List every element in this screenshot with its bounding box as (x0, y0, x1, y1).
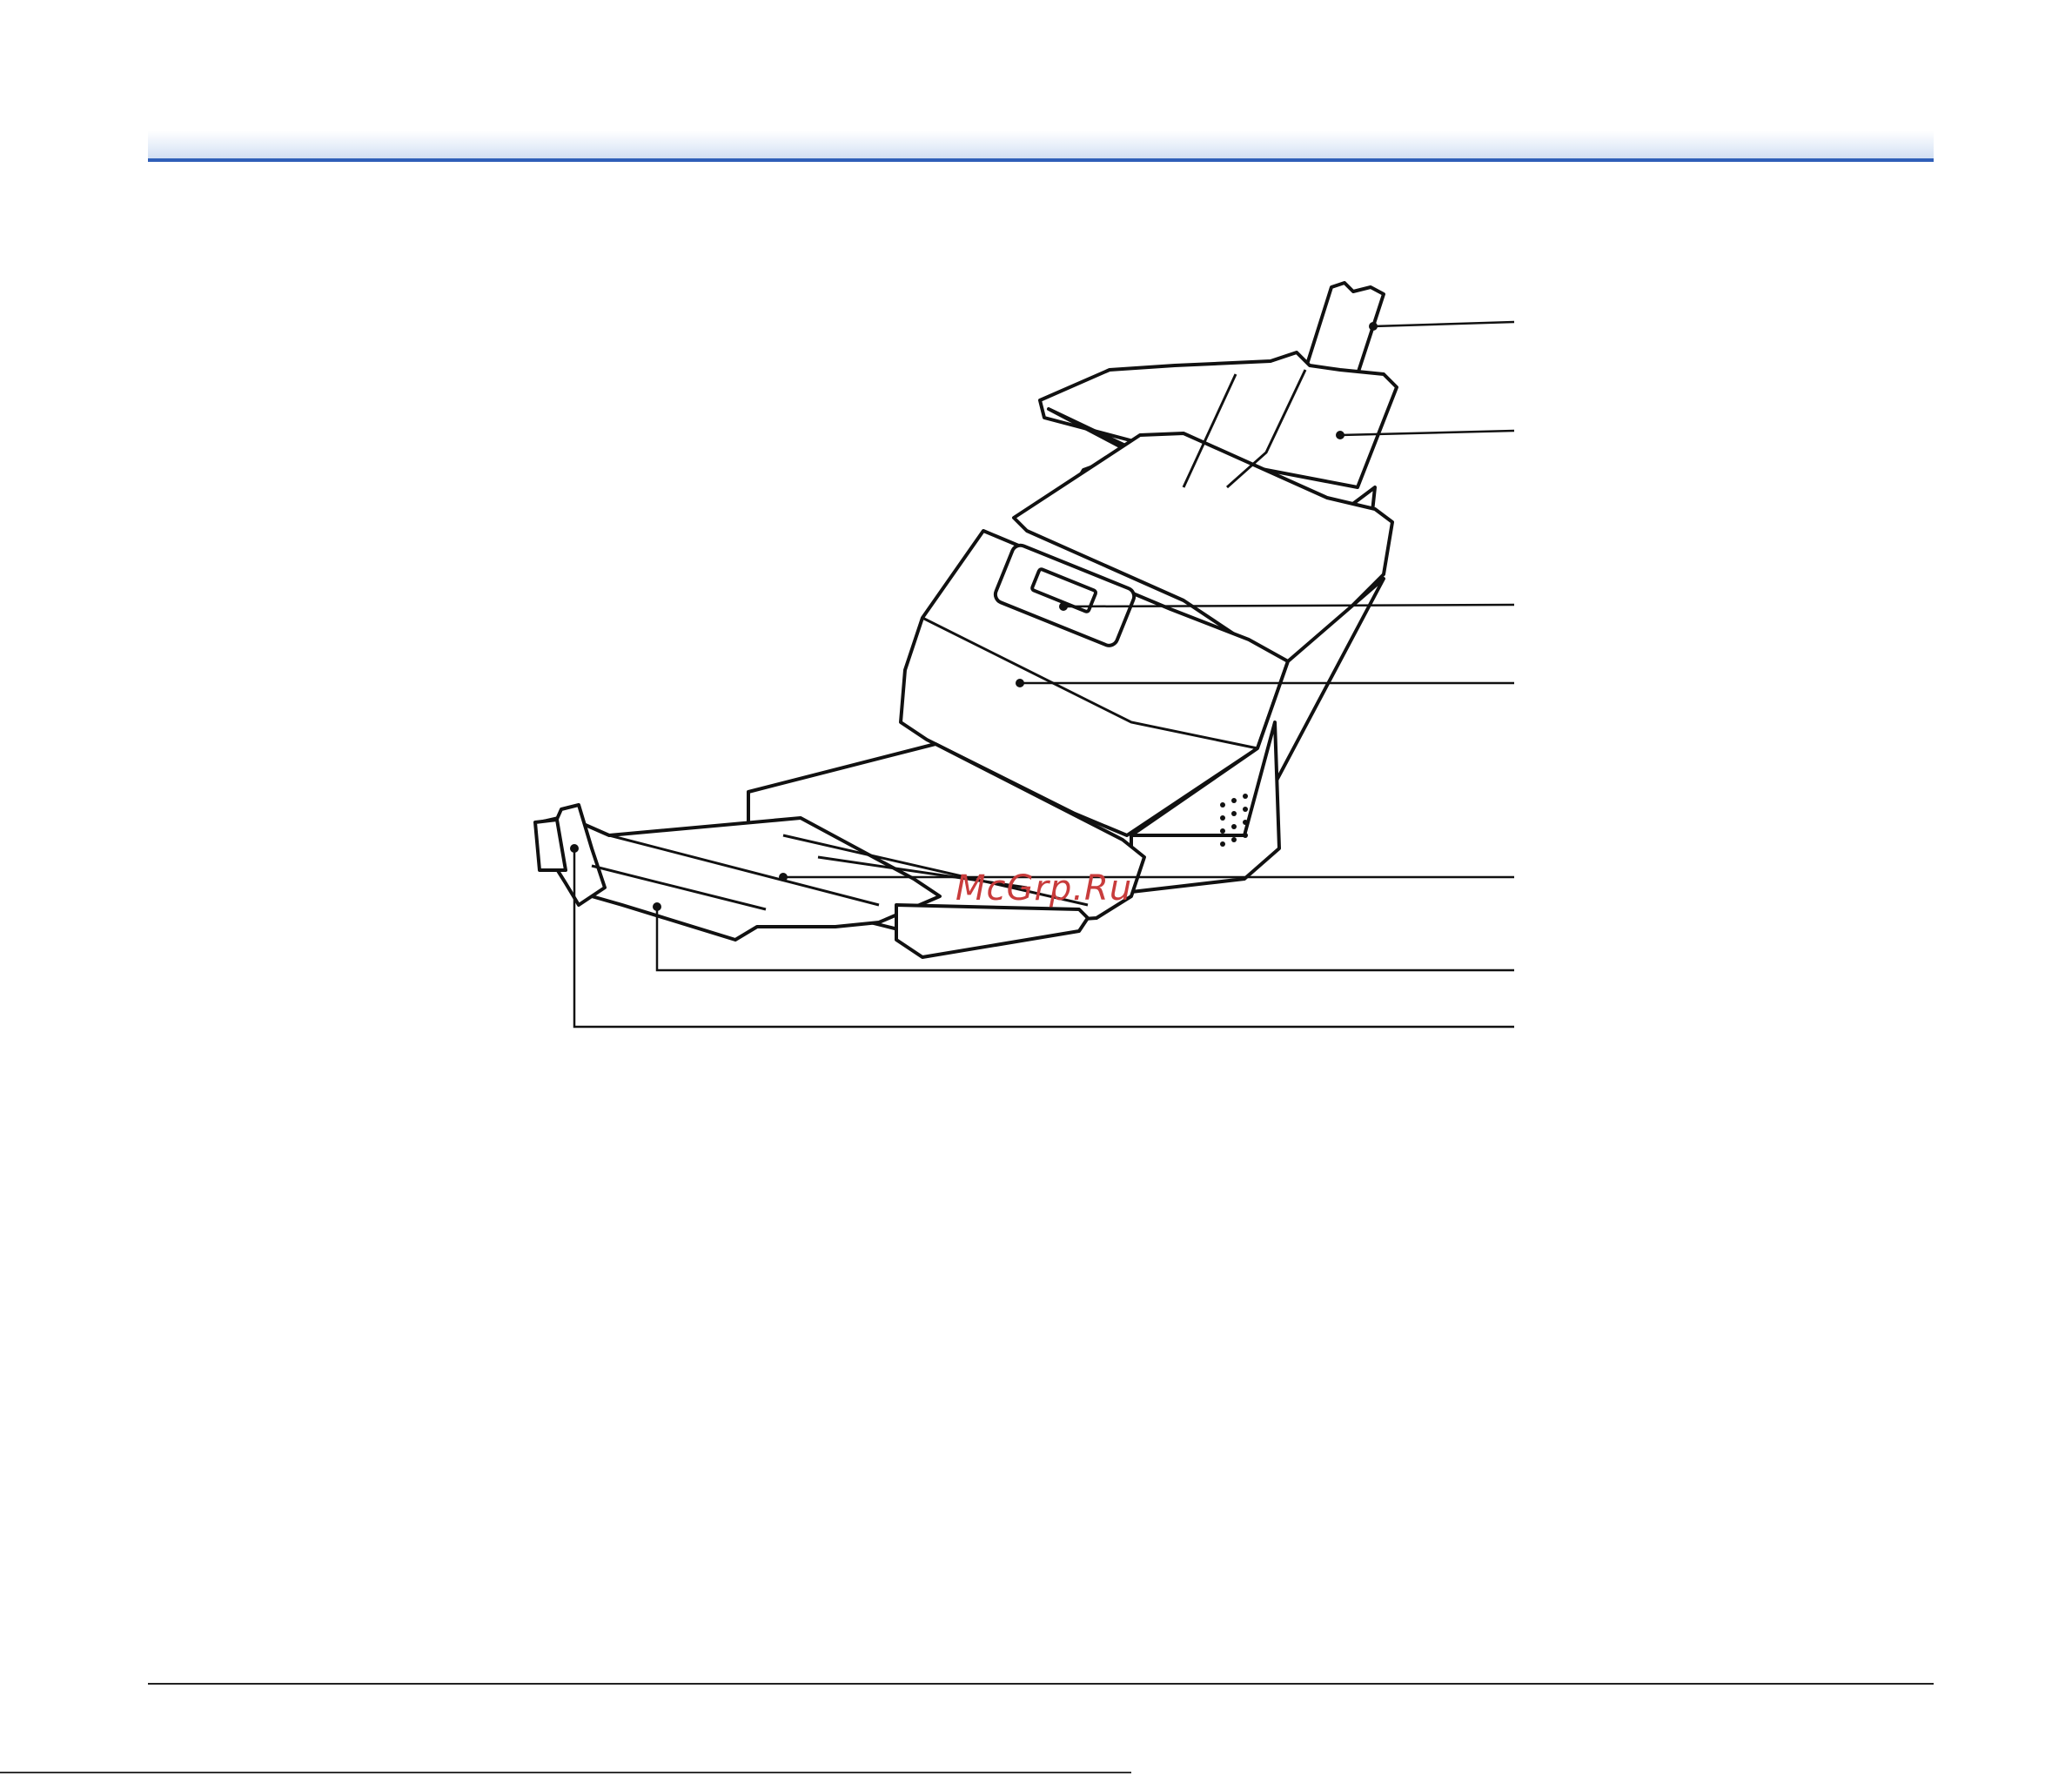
callout-dot-7 (570, 844, 579, 853)
watermark-text: McGrp.Ru (956, 868, 1133, 908)
bottom-edge-rule (0, 1772, 1131, 1773)
callout-dot-1 (1369, 322, 1378, 331)
callout-dot-3 (1059, 602, 1068, 611)
footer-rule (148, 1683, 1934, 1685)
callout-dot-6 (653, 902, 661, 911)
callout-dot-4 (1016, 679, 1024, 687)
callout-dot-2 (1336, 431, 1344, 439)
callout-line-1 (1372, 320, 1515, 328)
tray-lip (895, 903, 1090, 959)
callout-dot-5 (779, 873, 788, 881)
